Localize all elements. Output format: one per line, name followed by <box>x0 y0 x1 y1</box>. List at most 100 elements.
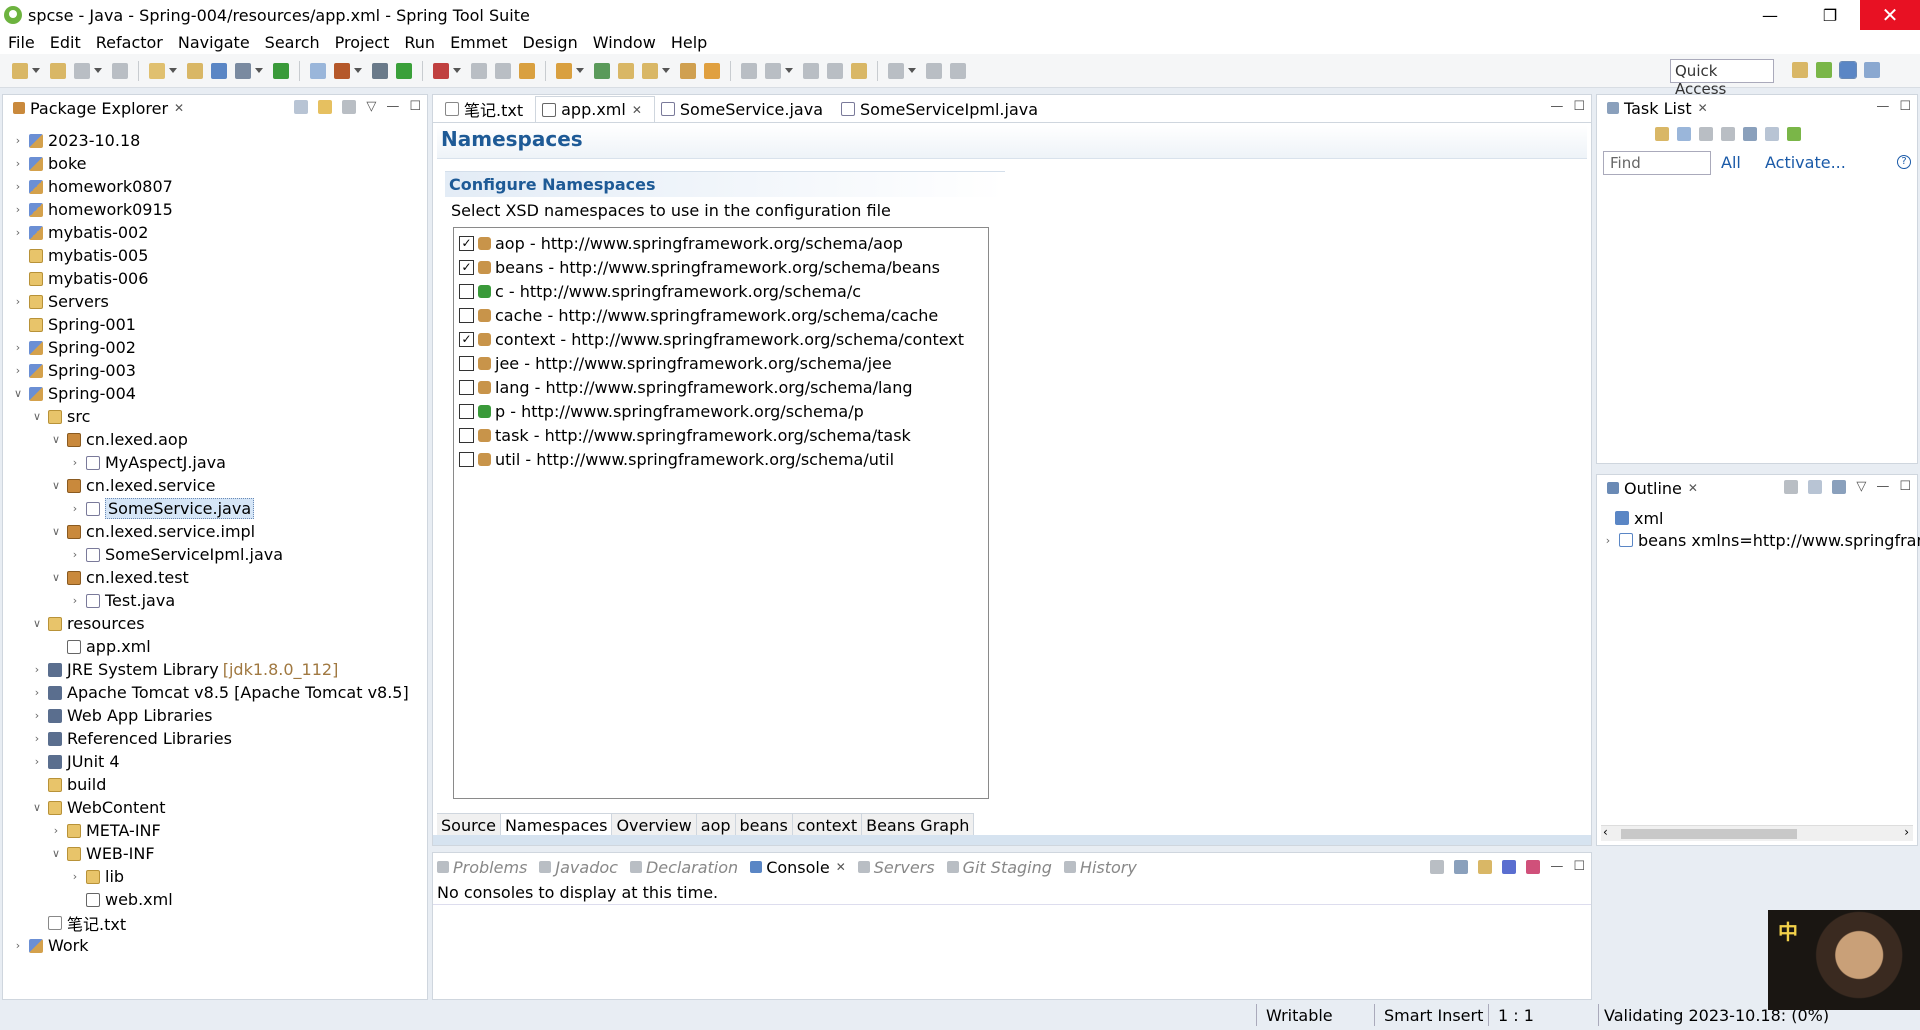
dropdown-arrow-icon[interactable] <box>94 68 102 73</box>
open-resource-icon[interactable] <box>556 62 572 79</box>
chevron-right-icon[interactable]: › <box>30 755 44 768</box>
tree-item[interactable]: web.xml <box>68 888 173 911</box>
skip-breakpoints-icon[interactable] <box>235 62 251 79</box>
close-icon[interactable]: ✕ <box>1698 101 1708 115</box>
dropdown-arrow-icon[interactable] <box>453 68 461 73</box>
spring-icon[interactable] <box>273 62 289 79</box>
scheduled-icon[interactable] <box>1699 127 1713 141</box>
next-annotation-icon[interactable] <box>680 62 696 79</box>
chevron-right-icon[interactable]: › <box>11 180 25 193</box>
namespace-checkbox[interactable] <box>459 427 474 443</box>
debug-icon[interactable] <box>372 62 388 79</box>
close-button[interactable]: ✕ <box>1860 0 1920 30</box>
open-type-icon[interactable] <box>149 62 165 79</box>
namespace-checkbox[interactable]: ✓ <box>459 259 474 275</box>
ant-console-icon[interactable] <box>1526 859 1541 874</box>
tree-item[interactable]: ∨ src <box>30 405 90 428</box>
new-task-icon[interactable] <box>1655 127 1669 141</box>
scroll-right-icon[interactable]: › <box>1904 825 1909 839</box>
tree-item[interactable]: › MyAspectJ.java <box>68 451 226 474</box>
chevron-down-icon[interactable]: ∨ <box>11 387 25 400</box>
focus-icon[interactable] <box>1784 479 1799 494</box>
tree-item[interactable]: app.xml <box>49 635 151 658</box>
tree-item[interactable]: ∨ Spring-004 <box>11 382 136 405</box>
maximize-view-icon[interactable]: ☐ <box>1573 859 1585 874</box>
dropdown-arrow-icon[interactable] <box>908 68 916 73</box>
prev-annotation-icon[interactable] <box>704 62 720 79</box>
chevron-down-icon[interactable]: ∨ <box>30 617 44 630</box>
tree-item[interactable]: › Apache Tomcat v8.5 [Apache Tomcat v8.5] <box>30 681 409 704</box>
tree-item[interactable]: › Web App Libraries <box>30 704 213 727</box>
namespace-checkbox[interactable] <box>459 403 474 419</box>
new-java-project-icon[interactable] <box>310 62 326 79</box>
new-package-icon[interactable] <box>334 62 350 79</box>
dropdown-arrow-icon[interactable] <box>255 68 263 73</box>
annotation-icon[interactable] <box>642 62 658 79</box>
console-tab-history[interactable]: History <box>1063 858 1137 877</box>
dropdown-arrow-icon[interactable] <box>785 68 793 73</box>
outline-item[interactable]: › beans xmlns=http://www.springframe <box>1601 529 1920 551</box>
menu-file[interactable]: File <box>8 33 35 52</box>
chevron-right-icon[interactable]: › <box>11 364 25 377</box>
activate-label[interactable]: Activate... <box>1765 153 1846 172</box>
focus-icon[interactable] <box>1721 127 1735 141</box>
build-icon[interactable] <box>471 62 487 79</box>
minimize-view-icon[interactable]: — <box>1550 859 1563 874</box>
namespace-row[interactable]: cache - http://www.springframework.org/s… <box>454 303 988 327</box>
categorized-icon[interactable] <box>1677 127 1691 141</box>
namespace-checkbox[interactable]: ✓ <box>459 235 474 251</box>
run-icon[interactable] <box>396 62 412 79</box>
tree-item[interactable]: mybatis-005 <box>11 244 148 267</box>
close-icon[interactable]: ✕ <box>632 103 642 117</box>
tree-item[interactable]: › META-INF <box>49 819 161 842</box>
console-icon[interactable] <box>187 62 203 79</box>
editor-tab-someserviceipml-java[interactable]: SomeServiceIpml.java <box>835 96 1050 122</box>
close-icon[interactable]: ✕ <box>1688 481 1698 495</box>
chevron-right-icon[interactable]: › <box>11 203 25 216</box>
namespace-checkbox[interactable]: ✓ <box>459 331 474 347</box>
tree-item[interactable]: › Servers <box>11 290 109 313</box>
close-icon[interactable]: ✕ <box>836 860 846 874</box>
tree-item[interactable]: › Test.java <box>68 589 175 612</box>
tree-item[interactable]: ∨ cn.lexed.service <box>49 474 215 497</box>
chevron-right-icon[interactable]: › <box>68 456 82 469</box>
tree-item[interactable]: ∨ WEB-INF <box>49 842 155 865</box>
clean-icon[interactable] <box>495 62 511 79</box>
java-perspective-icon[interactable] <box>1839 61 1857 79</box>
menu-navigate[interactable]: Navigate <box>178 33 250 52</box>
chevron-right-icon[interactable]: › <box>30 732 44 745</box>
restore-button[interactable]: ❐ <box>1800 0 1860 30</box>
dropdown-arrow-icon[interactable] <box>32 68 40 73</box>
chevron-right-icon[interactable]: › <box>68 870 82 883</box>
tree-item[interactable]: › Spring-002 <box>11 336 136 359</box>
namespace-row[interactable]: p - http://www.springframework.org/schem… <box>454 399 988 423</box>
display-console-icon[interactable] <box>1454 859 1469 874</box>
console-tab-console[interactable]: Console ✕ <box>750 858 846 877</box>
console-tab-git-staging[interactable]: Git Staging <box>946 858 1052 877</box>
maximize-view-icon[interactable]: ☐ <box>409 99 421 114</box>
tree-item[interactable]: › boke <box>11 152 87 175</box>
chevron-right-icon[interactable]: › <box>30 686 44 699</box>
close-icon[interactable]: ✕ <box>174 101 184 115</box>
tree-item[interactable]: › JRE System Library [jdk1.8.0_112] <box>30 658 339 681</box>
new-console-icon[interactable] <box>1478 859 1493 874</box>
chevron-right-icon[interactable]: › <box>30 709 44 722</box>
tree-item[interactable]: ∨ WebContent <box>30 796 166 819</box>
console-tab-servers[interactable]: Servers <box>857 858 935 877</box>
chevron-down-icon[interactable]: ∨ <box>49 525 63 538</box>
chevron-right-icon[interactable]: › <box>30 663 44 676</box>
xml-console-icon[interactable] <box>1502 859 1517 874</box>
editor-tab-txt[interactable]: 笔记.txt <box>439 96 535 122</box>
grid-icon[interactable] <box>926 62 942 79</box>
view-menu-icon[interactable]: ▽ <box>366 99 376 114</box>
namespace-checkbox[interactable] <box>459 451 474 467</box>
chevron-right-icon[interactable]: › <box>11 295 25 308</box>
namespace-row[interactable]: ✓ beans - http://www.springframework.org/… <box>454 255 988 279</box>
outline-tab[interactable]: Outline ✕ <box>1603 475 1702 501</box>
collapse-all-icon[interactable] <box>1765 127 1779 141</box>
menu-emmet[interactable]: Emmet <box>450 33 507 52</box>
menu-run[interactable]: Run <box>404 33 435 52</box>
tree-item[interactable]: › homework0915 <box>11 198 173 221</box>
chevron-down-icon[interactable]: ∨ <box>30 801 44 814</box>
task-icon[interactable] <box>618 62 634 79</box>
